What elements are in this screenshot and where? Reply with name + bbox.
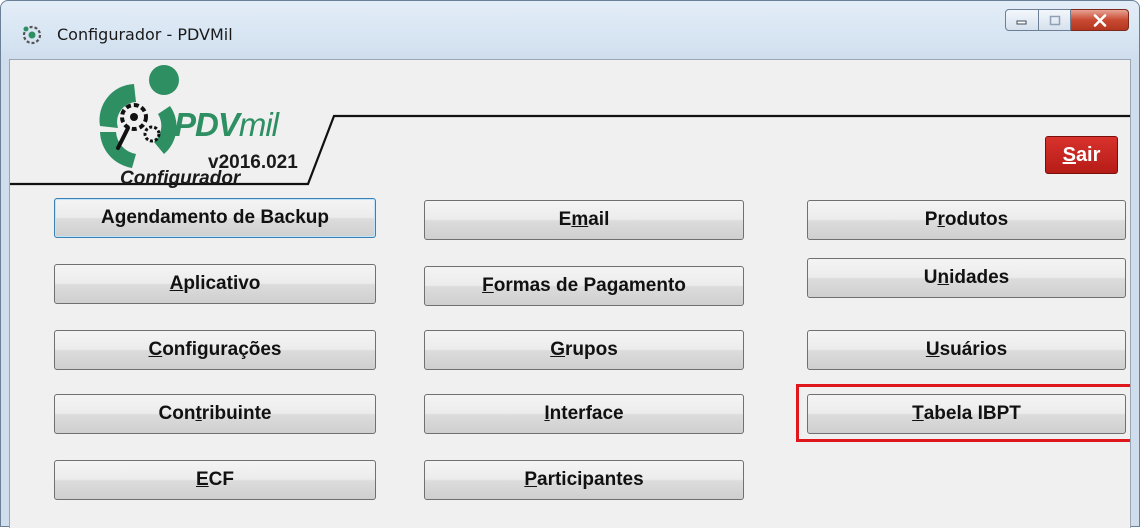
label-key: G	[550, 339, 565, 360]
title-bar[interactable]: Configurador - PDVMil	[1, 1, 1139, 59]
label-key: E	[195, 469, 209, 490]
maximize-icon	[1049, 15, 1060, 25]
label-post: ribuinte	[201, 403, 272, 424]
participants-button[interactable]: Participantes	[424, 460, 744, 500]
label-pre: A	[100, 207, 115, 228]
payment-methods-button[interactable]: Formas de Pagamento	[424, 266, 744, 306]
email-button[interactable]: Em ail	[424, 200, 744, 240]
groups-button[interactable]: Grupos	[424, 330, 744, 370]
label-post: idades	[949, 267, 1010, 288]
interface-button[interactable]: Interface	[424, 394, 744, 434]
minimize-icon	[1016, 20, 1027, 25]
label-key: C	[148, 339, 163, 360]
label-post: suários	[939, 339, 1008, 360]
taxpayer-button[interactable]: Con t ribuinte	[54, 394, 376, 434]
label-post: articipantes	[537, 469, 644, 490]
label-key: n	[937, 267, 950, 288]
logo-brand-main: PDV	[174, 106, 240, 143]
label-post: odutos	[944, 209, 1009, 230]
highlight-box	[796, 384, 1130, 442]
exit-button[interactable]: Sair	[1045, 136, 1118, 174]
close-button[interactable]	[1071, 9, 1129, 31]
application-button[interactable]: Aplicativo	[54, 264, 376, 304]
label-pre: E	[558, 209, 572, 230]
label-key: P	[524, 469, 538, 490]
label-pre: Con	[158, 403, 196, 424]
label-post: nterface	[549, 403, 624, 424]
exit-label-key: S	[1062, 144, 1076, 166]
client-area: PDVmil v2016.021 Configurador Sair Ag end…	[9, 59, 1131, 528]
app-window: Configurador - PDVMil PDVmil v2016.021 C…	[0, 0, 1140, 528]
window-title: Configurador - PDVMil	[57, 25, 233, 44]
logo-text: PDVmil	[174, 106, 279, 144]
units-button[interactable]: Un idades	[807, 258, 1126, 298]
label-key: A	[169, 273, 184, 294]
minimize-button[interactable]	[1005, 9, 1039, 31]
label-key: U	[925, 339, 940, 360]
label-key: m	[571, 209, 589, 230]
label-post: rupos	[565, 339, 618, 360]
label-post: ormas de Pagamento	[493, 275, 686, 296]
window-controls	[1005, 9, 1129, 31]
products-button[interactable]: Pr odutos	[807, 200, 1126, 240]
app-icon	[22, 25, 42, 45]
header-banner: PDVmil v2016.021 Configurador Sair	[10, 60, 1130, 189]
label-post: plicativo	[183, 273, 261, 294]
label-post: onfigurações	[162, 339, 282, 360]
label-pre: U	[923, 267, 938, 288]
label-pre: P	[924, 209, 938, 230]
label-post: endamento de Backup	[126, 207, 330, 228]
label-key: F	[482, 275, 494, 296]
app-subtitle: Configurador	[120, 168, 241, 189]
users-button[interactable]: Usuários	[807, 330, 1126, 370]
label-key: g	[114, 207, 127, 228]
label-post: CF	[208, 469, 234, 490]
label-key: r	[937, 209, 945, 230]
logo-brand-suffix: mil	[238, 106, 279, 143]
close-icon	[1093, 13, 1106, 27]
settings-button[interactable]: Configurações	[54, 330, 376, 370]
maximize-button[interactable]	[1039, 9, 1071, 31]
exit-label-post: air	[1075, 144, 1101, 166]
backup-schedule-button[interactable]: Ag endamento de Backup	[54, 198, 376, 238]
ecf-button[interactable]: E CF	[54, 460, 376, 500]
label-post: ail	[588, 209, 610, 230]
